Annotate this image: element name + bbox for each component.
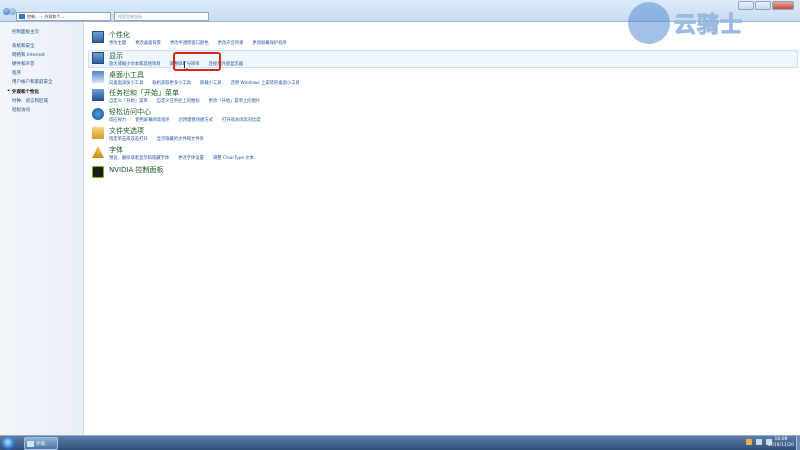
watermark: 云骑士 [628, 2, 743, 44]
sidebar-item-ease-of-access[interactable]: 轻松访问 [12, 107, 30, 113]
category-title[interactable]: 字体 [109, 145, 123, 155]
link-vision[interactable]: 适应视力 [109, 117, 126, 123]
close-button[interactable] [772, 1, 794, 10]
link-restore-gadgets[interactable]: 还原 Windows 上安装的桌面小工具 [231, 80, 300, 86]
watermark-text: 云骑士 [673, 13, 744, 39]
sidebar-item-system-security[interactable]: 系统和安全 [12, 43, 35, 49]
link-cleartype[interactable]: 调整 ClearType 文本 [213, 155, 254, 161]
link-uninstall-gadget[interactable]: 卸载小工具 [200, 80, 221, 86]
sidebar-item-network[interactable]: 网络和 Internet [12, 52, 45, 58]
chevron-right-icon: › [40, 14, 43, 19]
monitor-icon [92, 52, 104, 64]
address-bar[interactable]: 控制... › 外观和个... [16, 12, 111, 21]
network-icon[interactable] [756, 439, 762, 445]
start-button[interactable] [2, 437, 15, 450]
link-font-settings[interactable]: 更改字体设置 [178, 155, 204, 161]
font-icon [92, 146, 104, 158]
forward-button[interactable] [9, 8, 16, 15]
taskbar-icon [92, 89, 104, 101]
link-screen-saver[interactable]: 更改屏幕保护程序 [252, 40, 286, 46]
clock-date: 2019/11/20 [768, 443, 794, 448]
link-click-mode[interactable]: 指定单击或双击打开 [109, 136, 148, 142]
link-screen-reader[interactable]: 使用屏幕阅读程序 [135, 117, 169, 123]
knight-logo-icon [628, 2, 670, 44]
sidebar-item-hardware[interactable]: 硬件和声音 [12, 61, 35, 67]
category-title[interactable]: 桌面小工具 [109, 70, 144, 80]
link-change-theme[interactable]: 更改主题 [109, 40, 126, 46]
breadcrumb-item[interactable]: 控制... [27, 14, 39, 20]
link-get-gadgets[interactable]: 联机获取更多小工具 [152, 80, 191, 86]
maximize-button[interactable] [755, 1, 771, 10]
link-preview-fonts[interactable]: 预览、删除或者显示和隐藏字体 [109, 155, 169, 161]
control-panel-icon [27, 440, 34, 447]
category-title[interactable]: 个性化 [109, 30, 130, 40]
link-text-size[interactable]: 放大或缩小文本和其他项目 [109, 61, 161, 67]
show-desktop-button[interactable] [796, 436, 800, 450]
control-panel-icon [19, 14, 25, 19]
link-high-contrast[interactable]: 打开或关闭高对比度 [222, 117, 261, 123]
link-taskbar-icons[interactable]: 自定义任务栏上的图标 [157, 98, 200, 104]
sidebar-item-programs[interactable]: 程序 [12, 70, 21, 76]
sidebar-item-home[interactable]: 控制面板主页 [12, 29, 39, 35]
folder-icon [92, 127, 104, 139]
link-sound-effects[interactable]: 更改声音效果 [218, 40, 244, 46]
category-title[interactable]: NVIDIA 控制面板 [109, 165, 164, 175]
search-input[interactable]: 搜索控制面板 [114, 12, 209, 21]
link-window-color[interactable]: 更改半透明窗口颜色 [170, 40, 209, 46]
link-add-gadget[interactable]: 向桌面添加小工具 [109, 80, 143, 86]
taskbar: 外观... 16:08 2019/11/20 [0, 435, 800, 450]
highlight-annotation [173, 52, 221, 71]
link-start-picture[interactable]: 更改「开始」菜单上的图片 [209, 98, 261, 104]
clock[interactable]: 16:08 2019/11/20 [768, 437, 794, 449]
sidebar-item-user-accounts[interactable]: 用户帐户和家庭安全 [12, 79, 53, 85]
sidebar-item-clock-region[interactable]: 时钟、语言和区域 [12, 98, 48, 104]
category-title[interactable]: 显示 [109, 51, 123, 61]
link-customize-start[interactable]: 自定义「开始」菜单 [109, 98, 148, 104]
sidebar: 控制面板主页 系统和安全 网络和 Internet 硬件和声音 程序 用户帐户和… [0, 22, 84, 435]
ease-of-access-icon [92, 108, 104, 120]
category-title[interactable]: 文件夹选项 [109, 126, 144, 136]
link-change-background[interactable]: 更改桌面背景 [135, 40, 161, 46]
link-hidden-files[interactable]: 显示隐藏的文件和文件夹 [157, 136, 204, 142]
category-title[interactable]: 轻松访问中心 [109, 107, 151, 117]
taskbar-window-button[interactable]: 外观... [24, 437, 58, 450]
breadcrumb-item[interactable]: 外观和个... [44, 14, 64, 20]
link-keyboard-shortcuts[interactable]: 启用键盘快捷方式 [179, 117, 213, 123]
sidebar-item-appearance[interactable]: 外观和个性化 [7, 89, 39, 95]
gadget-icon [92, 71, 104, 83]
action-center-flag-icon[interactable] [746, 439, 752, 445]
nvidia-icon [92, 166, 104, 178]
monitor-icon [92, 31, 104, 43]
category-title[interactable]: 任务栏和「开始」菜单 [109, 88, 179, 98]
